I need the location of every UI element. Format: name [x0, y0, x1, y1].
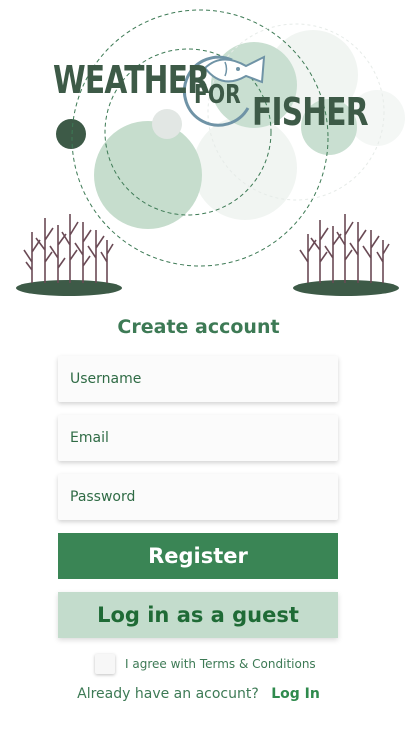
password-input[interactable]: [68, 488, 338, 506]
email-field[interactable]: [58, 415, 338, 461]
password-field[interactable]: [58, 474, 338, 520]
terms-agreement: I agree with Terms & Conditions: [95, 654, 316, 674]
terms-checkbox[interactable]: [95, 654, 115, 674]
terms-label: I agree with Terms & Conditions: [125, 657, 316, 671]
guest-login-button[interactable]: Log in as a guest: [58, 592, 338, 638]
tree-icon: [293, 214, 399, 296]
username-field[interactable]: [58, 356, 338, 402]
logo-word-fisher: FISHER: [252, 90, 369, 134]
hero-background: [16, 9, 405, 296]
have-account-text: Already have an acocunt?: [77, 686, 259, 702]
bg-circle: [94, 121, 202, 229]
page-title: Create account: [117, 316, 280, 338]
login-prompt: Already have an acocunt? Log In: [0, 686, 397, 702]
email-input[interactable]: [68, 429, 338, 447]
login-link[interactable]: Log In: [271, 686, 320, 702]
username-input[interactable]: [68, 370, 338, 388]
register-button[interactable]: Register: [58, 533, 338, 579]
logo-word-weather: WEATHER: [53, 58, 210, 102]
bg-circle: [152, 109, 182, 139]
dark-dot: [56, 119, 86, 149]
logo-word-for: FOR: [194, 80, 241, 110]
tree-icon: [16, 214, 122, 296]
hero-illustration: WEATHER FOR FISHER: [0, 0, 414, 310]
